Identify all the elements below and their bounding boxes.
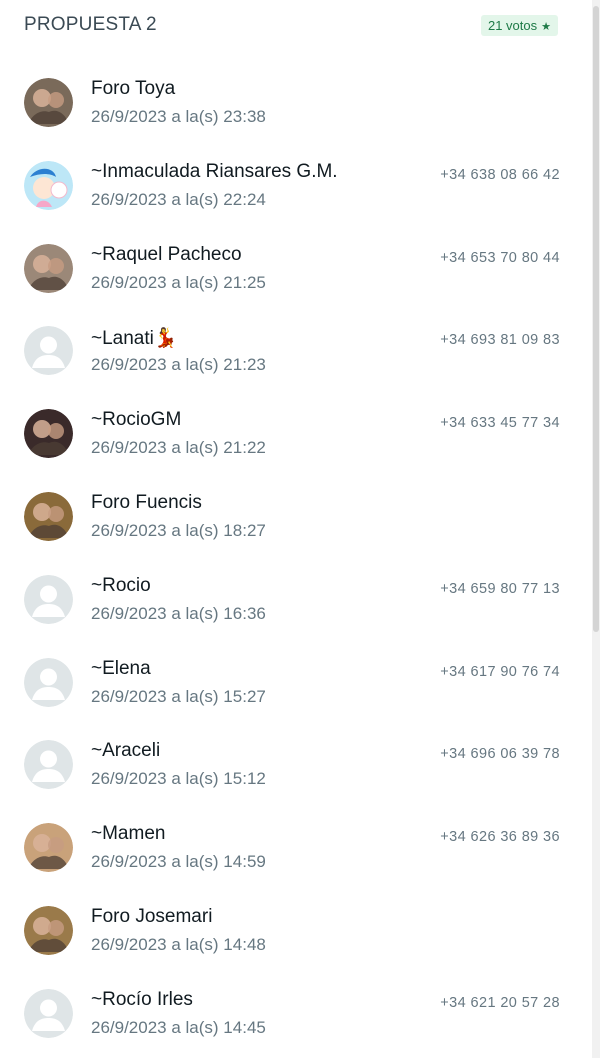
vote-timestamp: 26/9/2023 a la(s) 15:27 <box>91 686 266 706</box>
default-avatar-icon <box>24 740 73 790</box>
voter-row[interactable]: Foro Fuencis 26/9/2023 a la(s) 18:27 <box>0 475 590 558</box>
voter-phone: +34 617 90 76 74 <box>440 663 560 680</box>
voter-name: ~Elena <box>91 657 151 679</box>
default-avatar-icon <box>24 988 73 1038</box>
voter-row[interactable]: ~Mamen 26/9/2023 a la(s) 14:59 +34 626 36 … <box>0 806 590 889</box>
voter-name: ~RocioGM <box>91 409 182 431</box>
scrollbar-thumb[interactable] <box>593 6 599 632</box>
avatar <box>24 409 73 459</box>
voter-name: ~Araceli <box>91 740 161 762</box>
voter-row[interactable]: ~Rocío Irles 26/9/2023 a la(s) 14:45 +34 6… <box>0 972 590 1055</box>
voter-row[interactable]: ~RocioGM 26/9/2023 a la(s) 21:22 +34 633 4… <box>0 392 590 475</box>
voter-row[interactable]: ~Raquel Pacheco 26/9/2023 a la(s) 21:25 +3… <box>0 227 590 310</box>
voter-name: Foro Toya <box>91 78 176 99</box>
voter-name: ~Rocío Irles <box>91 988 193 1010</box>
voter-row[interactable]: ~Elena 26/9/2023 a la(s) 15:27 +34 617 90 … <box>0 641 590 724</box>
voter-list: Foro Toya 26/9/2023 a la(s) 23:38 ~Inmacul… <box>0 61 590 1055</box>
voter-phone: +34 659 80 77 13 <box>440 580 560 597</box>
voter-phone: +34 626 36 89 36 <box>440 829 560 846</box>
vote-timestamp: 26/9/2023 a la(s) 15:12 <box>91 769 266 789</box>
voter-name: ~Inmaculada Riansares G.M. <box>91 160 338 182</box>
default-avatar-icon <box>24 574 73 624</box>
avatar <box>24 243 73 293</box>
voter-name: ~Raquel Pacheco <box>91 243 242 265</box>
avatar <box>24 905 73 955</box>
voter-row[interactable]: ~Inmaculada Riansares G.M. 26/9/2023 a la… <box>0 144 590 227</box>
voter-phone: +34 633 45 77 34 <box>440 415 560 432</box>
option-title: PROPUESTA 2 <box>24 14 157 35</box>
voter-phone: +34 693 81 09 83 <box>440 332 560 349</box>
poll-votes-panel: PROPUESTA 2 21 votos ★ Foro Toya 26/9/2023… <box>0 0 600 1058</box>
voter-row[interactable]: ~Rocio 26/9/2023 a la(s) 16:36 +34 659 80 … <box>0 558 590 641</box>
votes-count: 21 votos <box>487 17 538 33</box>
voter-row[interactable]: Foro Josemari 26/9/2023 a la(s) 14:48 <box>0 889 590 972</box>
vote-timestamp: 26/9/2023 a la(s) 14:45 <box>91 1017 266 1037</box>
vote-timestamp: 26/9/2023 a la(s) 23:38 <box>91 107 266 126</box>
avatar <box>24 491 73 541</box>
vote-timestamp: 26/9/2023 a la(s) 21:22 <box>91 438 266 458</box>
voter-phone: +34 696 06 39 78 <box>440 746 560 763</box>
voter-phone: +34 638 08 66 42 <box>440 166 560 183</box>
voter-name: Foro Josemari <box>91 905 213 927</box>
avatar <box>24 78 73 127</box>
vote-timestamp: 26/9/2023 a la(s) 18:27 <box>91 520 266 540</box>
voter-phone: +34 653 70 80 44 <box>440 249 560 266</box>
voter-phone: +34 621 20 57 28 <box>440 994 560 1011</box>
voter-name: Foro Fuencis <box>91 491 202 513</box>
votes-badge: 21 votos ★ <box>480 14 558 36</box>
voter-row[interactable]: ~Araceli 26/9/2023 a la(s) 15:12 +34 696 0… <box>0 723 590 806</box>
poll-option-header: PROPUESTA 2 21 votos ★ <box>24 11 560 39</box>
voter-row[interactable]: Foro Toya 26/9/2023 a la(s) 23:38 <box>0 61 590 144</box>
default-avatar-icon <box>24 326 73 376</box>
voter-name: ~Rocio <box>91 574 151 596</box>
avatar <box>24 823 73 873</box>
vote-timestamp: 26/9/2023 a la(s) 14:59 <box>91 852 266 872</box>
scrollbar[interactable] <box>592 0 600 1058</box>
vote-timestamp: 26/9/2023 a la(s) 16:36 <box>91 603 266 623</box>
default-avatar-icon <box>24 657 73 707</box>
vote-timestamp: 26/9/2023 a la(s) 21:23 <box>91 355 266 375</box>
voter-row[interactable]: ~Lanati💃 26/9/2023 a la(s) 21:23 +34 693 8… <box>0 309 590 392</box>
vote-timestamp: 26/9/2023 a la(s) 14:48 <box>91 934 266 954</box>
star-icon: ★ <box>541 20 551 33</box>
avatar <box>24 160 73 210</box>
voter-name: ~Mamen <box>91 823 166 845</box>
vote-timestamp: 26/9/2023 a la(s) 21:25 <box>91 272 266 292</box>
voter-name: ~Lanati💃 <box>91 328 178 350</box>
vote-timestamp: 26/9/2023 a la(s) 22:24 <box>91 189 266 209</box>
